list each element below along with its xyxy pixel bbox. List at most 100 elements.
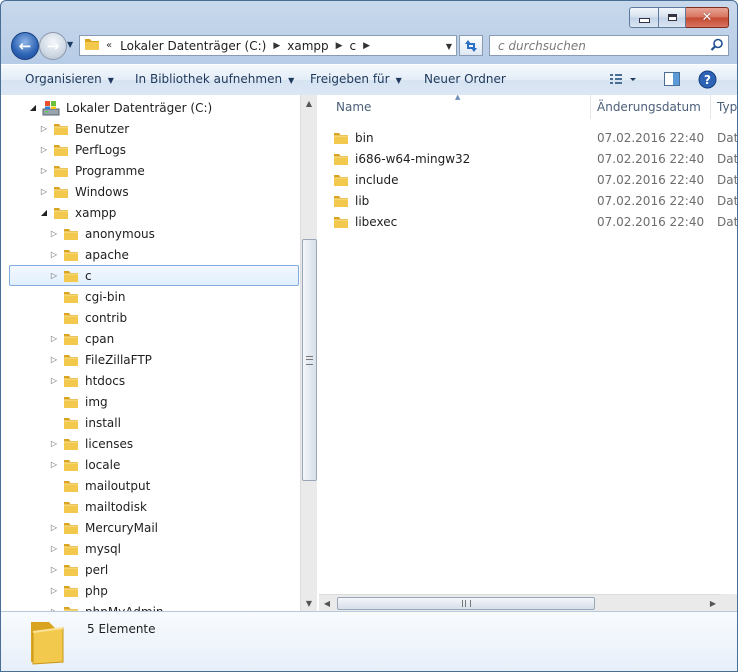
tree-item-filezillaftp[interactable]: ▷ FileZillaFTP xyxy=(1,349,301,370)
file-type: Dat xyxy=(717,130,737,145)
folder-icon xyxy=(84,37,100,54)
collapsed-arrow-icon[interactable]: ▷ xyxy=(49,250,59,259)
breadcrumb-separator-icon[interactable]: ▶ xyxy=(271,41,282,51)
file-date: 07.02.2016 22:40 xyxy=(597,130,705,145)
address-dropdown-icon[interactable]: ▼ xyxy=(446,42,452,51)
collapsed-arrow-icon[interactable]: ▷ xyxy=(49,334,59,343)
search-icon[interactable] xyxy=(710,38,724,55)
collapsed-arrow-icon[interactable]: ▷ xyxy=(39,145,49,154)
organize-button[interactable]: Organisieren ▼ xyxy=(25,72,114,86)
breadcrumb-separator-icon[interactable]: ▶ xyxy=(334,41,345,51)
minimize-button[interactable] xyxy=(629,7,659,28)
collapsed-arrow-icon[interactable]: ▷ xyxy=(49,355,59,364)
scrollbar-thumb[interactable] xyxy=(337,597,595,610)
view-options-button[interactable] xyxy=(608,70,638,91)
back-button[interactable]: ← xyxy=(11,32,39,60)
column-header-type[interactable]: Typ xyxy=(717,95,737,119)
file-list: ▲ Name Änderungsdatum Typ bin 07.02.2016 … xyxy=(319,95,737,611)
file-list-horizontal-scrollbar[interactable]: ◀ ▶ xyxy=(319,594,721,611)
tree-item-label: apache xyxy=(85,247,129,262)
tree-item-cgi-bin[interactable]: cgi-bin xyxy=(1,286,301,307)
tree-item-lokaler-datentr-ger-c[interactable]: ◢ Lokaler Datenträger (C:) xyxy=(1,97,301,118)
tree-item-img[interactable]: img xyxy=(1,391,301,412)
expanded-arrow-icon[interactable]: ◢ xyxy=(39,208,49,217)
column-header-date[interactable]: Änderungsdatum xyxy=(597,95,701,119)
tree-item-perl[interactable]: ▷ perl xyxy=(1,559,301,580)
tree-item-php[interactable]: ▷ php xyxy=(1,580,301,601)
scroll-up-icon[interactable]: ▲ xyxy=(301,95,317,111)
scroll-right-icon[interactable]: ▶ xyxy=(705,595,721,611)
breadcrumb-item[interactable]: xampp xyxy=(282,39,333,53)
tree-item-htdocs[interactable]: ▷ htdocs xyxy=(1,370,301,391)
tree-item-benutzer[interactable]: ▷ Benutzer xyxy=(1,118,301,139)
collapsed-arrow-icon[interactable]: ▷ xyxy=(49,523,59,532)
tree-item-programme[interactable]: ▷ Programme xyxy=(1,160,301,181)
collapsed-arrow-icon[interactable]: ▷ xyxy=(49,439,59,448)
scrollbar-thumb[interactable] xyxy=(302,239,317,481)
column-divider[interactable] xyxy=(590,95,591,119)
address-bar[interactable]: « Lokaler Datenträger (C:) ▶ xampp ▶ c ▶… xyxy=(79,35,457,56)
file-row[interactable]: bin 07.02.2016 22:40 Dat xyxy=(333,127,737,148)
collapsed-arrow-icon[interactable]: ▷ xyxy=(49,544,59,553)
column-header-name[interactable]: Name xyxy=(336,95,371,119)
help-icon: ? xyxy=(698,70,717,89)
scroll-down-icon[interactable]: ▼ xyxy=(301,595,317,611)
tree-item-windows[interactable]: ▷ Windows xyxy=(1,181,301,202)
tree-item-mailoutput[interactable]: mailoutput xyxy=(1,475,301,496)
help-button[interactable]: ? xyxy=(698,70,717,92)
tree-item-install[interactable]: install xyxy=(1,412,301,433)
collapsed-arrow-icon[interactable]: ▷ xyxy=(49,376,59,385)
tree-item-phpmyadmin[interactable]: ▷phpMyAdmin xyxy=(1,601,301,611)
tree-item-c[interactable]: ▷ c xyxy=(9,265,299,286)
share-with-button[interactable]: Freigeben für ▼ xyxy=(310,72,402,86)
collapsed-arrow-icon[interactable]: ▷ xyxy=(49,229,59,238)
collapsed-arrow-icon[interactable]: ▷ xyxy=(39,166,49,175)
collapsed-arrow-icon[interactable]: ▷ xyxy=(39,124,49,133)
search-input[interactable] xyxy=(496,37,700,54)
tree-item-label: mailoutput xyxy=(85,478,151,493)
tree-item-mailtodisk[interactable]: mailtodisk xyxy=(1,496,301,517)
new-folder-button[interactable]: Neuer Ordner xyxy=(424,72,506,86)
tree-item-licenses[interactable]: ▷ licenses xyxy=(1,433,301,454)
navigation-bar: ← → ▼ « Lokaler Datenträger (C:) ▶ xampp… xyxy=(9,32,731,60)
close-button[interactable]: ✕ xyxy=(686,7,729,28)
tree-item-apache[interactable]: ▷ apache xyxy=(1,244,301,265)
tree-item-anonymous[interactable]: ▷ anonymous xyxy=(1,223,301,244)
file-row[interactable]: libexec 07.02.2016 22:40 Dat xyxy=(333,211,737,232)
search-box[interactable] xyxy=(489,35,729,56)
tree-item-xampp[interactable]: ◢ xampp xyxy=(1,202,301,223)
tree-item-mysql[interactable]: ▷ mysql xyxy=(1,538,301,559)
tree-item-cpan[interactable]: ▷ cpan xyxy=(1,328,301,349)
forward-button[interactable]: → xyxy=(39,32,67,60)
tree-item-perflogs[interactable]: ▷ PerfLogs xyxy=(1,139,301,160)
scroll-left-icon[interactable]: ◀ xyxy=(319,595,335,611)
collapsed-arrow-icon[interactable]: ▷ xyxy=(49,271,59,280)
breadcrumb-item[interactable]: Lokaler Datenträger (C:) xyxy=(115,39,271,53)
maximize-button[interactable] xyxy=(659,7,686,28)
file-row[interactable]: include 07.02.2016 22:40 Dat xyxy=(333,169,737,190)
include-in-library-button[interactable]: In Bibliothek aufnehmen ▼ xyxy=(135,72,294,86)
tree-item-contrib[interactable]: contrib xyxy=(1,307,301,328)
recent-pages-button[interactable]: ▼ xyxy=(67,40,73,49)
breadcrumb-separator-icon[interactable]: ▶ xyxy=(361,41,372,51)
refresh-button[interactable] xyxy=(459,35,483,56)
preview-pane-icon xyxy=(664,72,680,86)
collapsed-arrow-icon[interactable]: ▷ xyxy=(49,460,59,469)
collapsed-arrow-icon[interactable]: ▷ xyxy=(39,187,49,196)
file-name: bin xyxy=(355,130,374,145)
collapsed-arrow-icon[interactable]: ▷ xyxy=(49,565,59,574)
grip-icon xyxy=(306,356,313,365)
tree-item-locale[interactable]: ▷ locale xyxy=(1,454,301,475)
column-divider[interactable] xyxy=(710,95,711,119)
file-row[interactable]: i686-w64-mingw32 07.02.2016 22:40 Dat xyxy=(333,148,737,169)
breadcrumb-item[interactable]: c xyxy=(345,39,362,53)
preview-pane-button[interactable] xyxy=(663,70,681,91)
folder-icon xyxy=(333,152,349,166)
breadcrumb-overflow[interactable]: « xyxy=(100,40,115,51)
tree-item-label: htdocs xyxy=(85,373,126,388)
file-row[interactable]: lib 07.02.2016 22:40 Dat xyxy=(333,190,737,211)
tree-item-mercurymail[interactable]: ▷ MercuryMail xyxy=(1,517,301,538)
collapsed-arrow-icon[interactable]: ▷ xyxy=(49,586,59,595)
navigation-pane-scrollbar[interactable]: ▲ ▼ xyxy=(300,95,317,611)
expanded-arrow-icon[interactable]: ◢ xyxy=(28,103,38,112)
